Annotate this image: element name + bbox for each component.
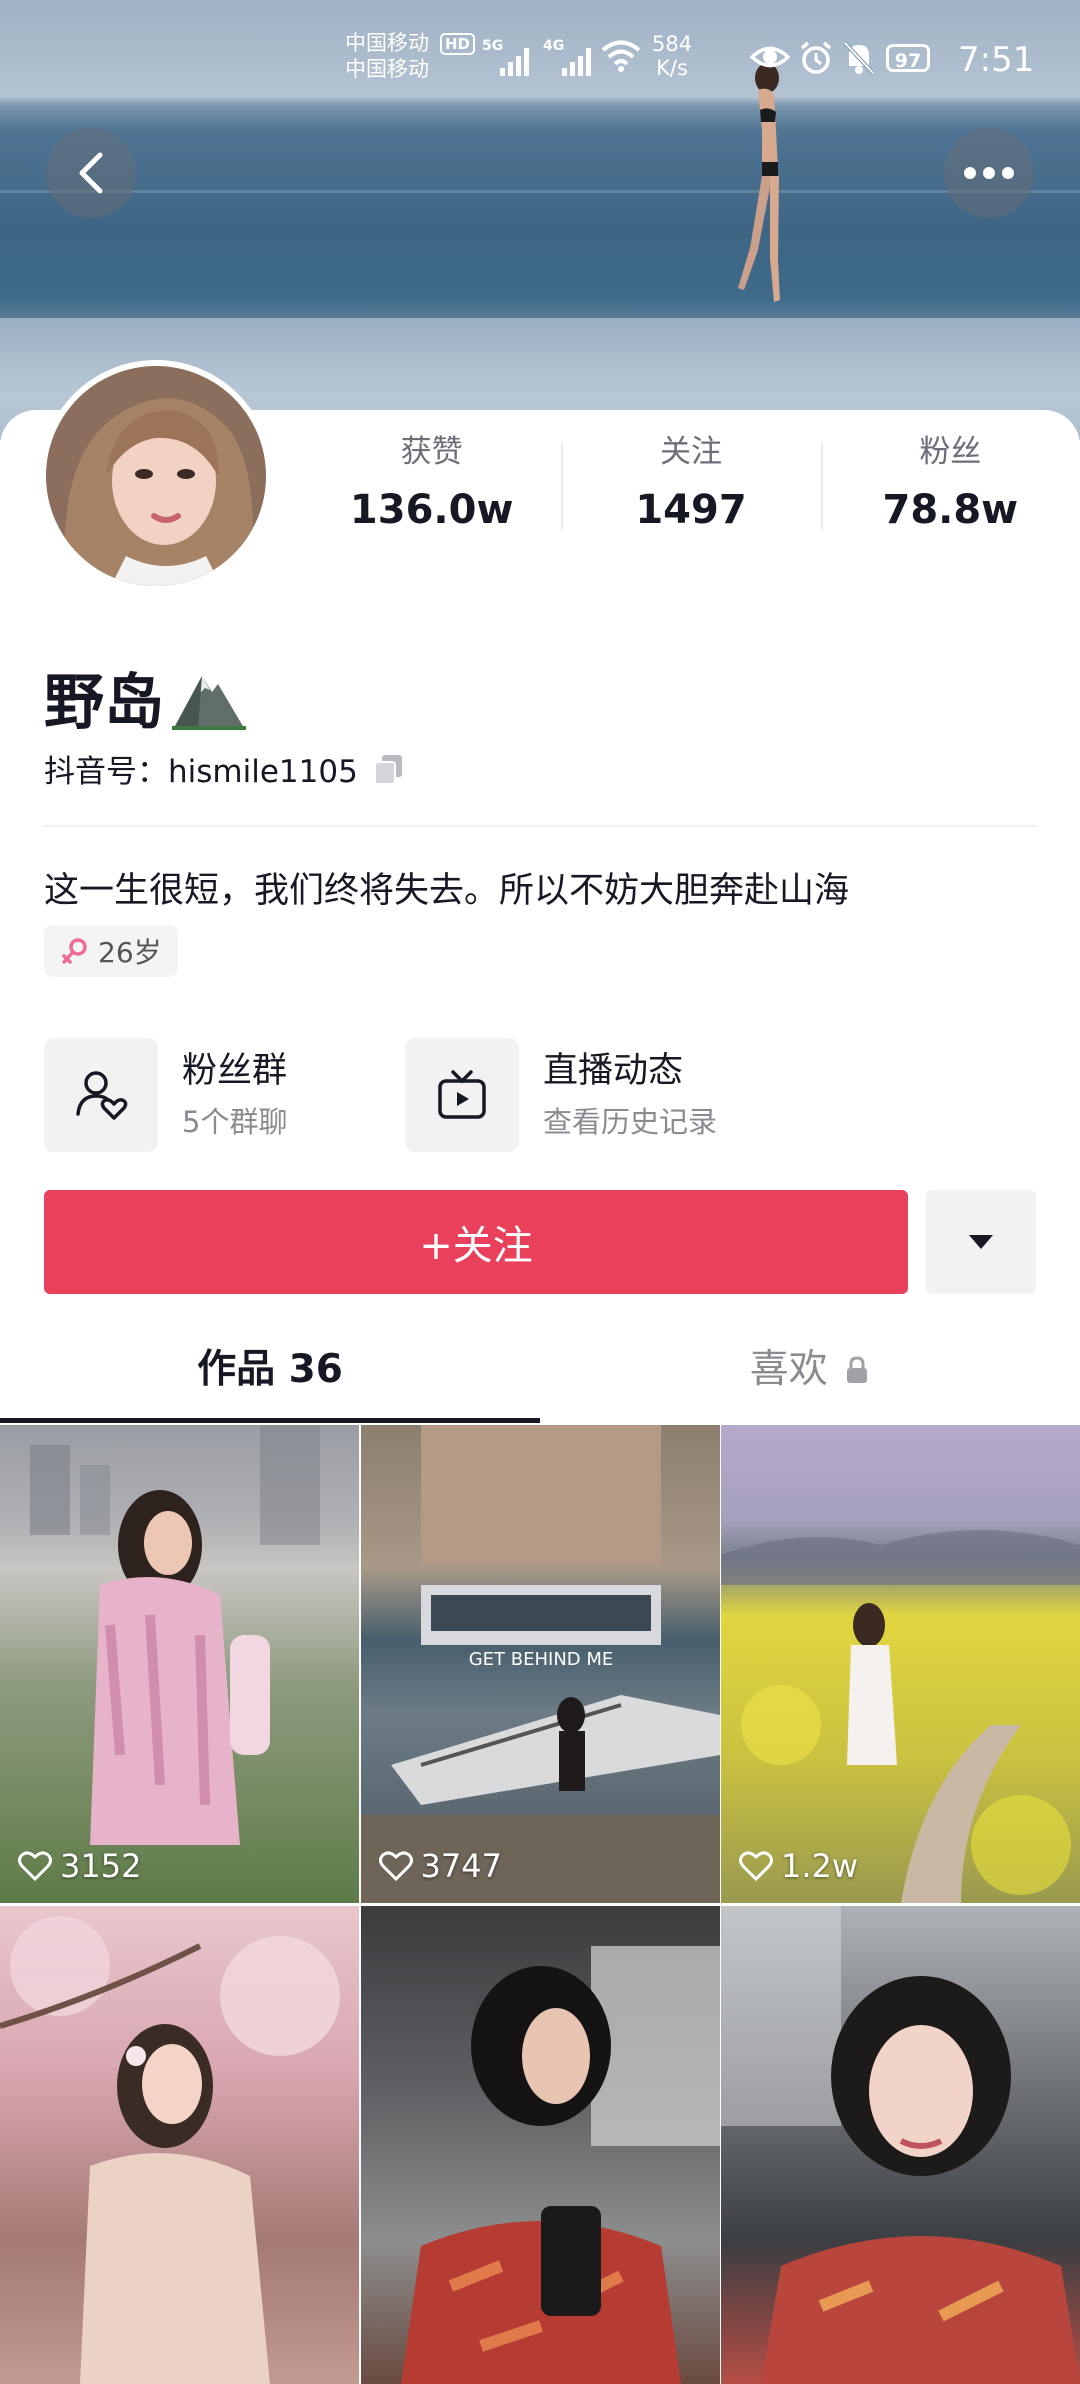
profile-name: 野岛 [44, 654, 246, 741]
stat-value: 1497 [635, 487, 747, 533]
stat-label: 粉丝 [919, 434, 982, 470]
content-tabs: 作品 36 喜欢 [0, 1325, 1080, 1425]
live-tv-icon [438, 1070, 486, 1119]
video-likes: 3152 [18, 1847, 141, 1885]
fan-group-icon [76, 1071, 128, 1120]
carrier-2: 中国移动 [345, 57, 429, 81]
video-thumbnail[interactable] [360, 1906, 720, 2384]
video-thumbnail-art [721, 1530, 1080, 1903]
video-thumbnail[interactable]: 3152 [0, 1425, 359, 1903]
video-thumbnail-art [400, 1946, 720, 2384]
back-button[interactable] [46, 128, 136, 218]
video-thumbnail-art [721, 1906, 1080, 2384]
eye-icon [750, 46, 790, 68]
video-thumbnail-art [30, 1425, 320, 1845]
live-history-text: 直播动态 查看历史记录 [543, 1048, 717, 1142]
video-likes-count: 3747 [420, 1847, 502, 1885]
video-thumbnail-art [0, 1916, 340, 2384]
fan-group-text: 粉丝群 5个群聊 [182, 1048, 287, 1142]
lock-icon [847, 1356, 868, 1383]
more-options-button[interactable] [944, 128, 1034, 218]
stat-following[interactable]: 关注 1497 [561, 430, 820, 550]
sea-horizon [0, 190, 1080, 193]
heart-icon [739, 1851, 773, 1882]
fan-group-title: 粉丝群 [182, 1051, 288, 1091]
video-likes-count: 3152 [60, 1847, 142, 1885]
avatar[interactable] [40, 360, 272, 592]
signal-icon [500, 40, 529, 76]
tab-works[interactable]: 作品 36 [0, 1325, 540, 1425]
video-grid: 3152 GET BEHIND ME 3747 1.2w [0, 1425, 1080, 2384]
speed-unit: K/s [656, 56, 688, 80]
video-thumbnail[interactable]: 1.2w [721, 1425, 1080, 1903]
speed-value: 584 [652, 32, 693, 56]
battery-icon: 97 [886, 44, 930, 72]
age-tag: 26岁 [44, 925, 178, 977]
stat-label: 关注 [659, 434, 722, 470]
stat-label: 获赞 [400, 434, 463, 470]
female-icon [62, 938, 87, 964]
carrier-labels: 中国移动 中国移动 [345, 30, 429, 82]
hd-badge: HD [440, 33, 476, 55]
more-dots-icon [964, 167, 1014, 179]
chevron-left-icon [79, 152, 103, 194]
heart-icon [18, 1851, 52, 1882]
live-icon-box [405, 1038, 519, 1152]
fan-group-entry[interactable]: 粉丝群 5个群聊 [44, 1038, 287, 1152]
tab-likes[interactable]: 喜欢 [540, 1325, 1080, 1425]
mountain-icon [172, 675, 246, 730]
stat-value: 78.8w [882, 487, 1019, 533]
douyin-id: 抖音号：hismile1105 [44, 746, 406, 791]
video-likes-count: 1.2w [781, 1847, 859, 1885]
stat-likes[interactable]: 获赞 136.0w [302, 430, 561, 550]
wifi-icon [601, 40, 641, 72]
alarm-icon [800, 41, 832, 74]
video-thumbnail[interactable]: GET BEHIND ME 3747 [360, 1425, 720, 1903]
follow-button[interactable]: +关注 [44, 1190, 908, 1294]
carrier-1: 中国移动 [345, 31, 429, 55]
heart-icon [378, 1851, 413, 1882]
profile-stats: 获赞 136.0w 关注 1497 粉丝 78.8w [302, 430, 1080, 550]
triangle-down-icon [969, 1235, 993, 1249]
mute-bell-icon [843, 41, 875, 75]
live-history-title: 直播动态 [543, 1051, 684, 1091]
video-thumbnail[interactable] [0, 1906, 359, 2384]
live-history-entry[interactable]: 直播动态 查看历史记录 [405, 1038, 717, 1152]
clock: 7:51 [958, 40, 1035, 80]
video-likes: 3747 [378, 1847, 502, 1885]
douyin-id-value: hismile1105 [168, 754, 358, 790]
profile-bio: 这一生很短，我们终将失去。所以不妨大胆奔赴山海 [44, 871, 850, 911]
douyin-id-label: 抖音号： [44, 754, 168, 790]
age-tag-text: 26岁 [98, 936, 162, 969]
douyin-id-text: 抖音号：hismile1105 [44, 746, 358, 791]
section-divider [44, 825, 1036, 827]
video-overlay-text: GET BEHIND ME [468, 1649, 613, 1670]
video-likes: 1.2w [739, 1847, 858, 1885]
signal-icon-2 [562, 40, 591, 76]
active-tab-indicator [0, 1418, 540, 1423]
tab-likes-label: 喜欢 [749, 1347, 828, 1392]
video-thumbnail-art: GET BEHIND ME [360, 1425, 720, 1903]
recommend-dropdown-button[interactable] [926, 1190, 1036, 1294]
fan-group-icon-box [44, 1038, 158, 1152]
profile-name-text: 野岛 [44, 668, 164, 738]
live-history-subtitle: 查看历史记录 [543, 1105, 718, 1139]
stat-followers[interactable]: 粉丝 78.8w [820, 430, 1080, 550]
status-bar: 中国移动 中国移动 HD 5G 4G 584 K/s 97 7:51 [0, 0, 1080, 120]
network-speed: 584 K/s [652, 32, 692, 80]
video-thumbnail[interactable] [721, 1906, 1080, 2384]
copy-icon[interactable] [372, 752, 406, 786]
fan-group-subtitle: 5个群聊 [182, 1105, 288, 1139]
stat-value: 136.0w [349, 487, 514, 533]
avatar-portrait [46, 366, 266, 586]
